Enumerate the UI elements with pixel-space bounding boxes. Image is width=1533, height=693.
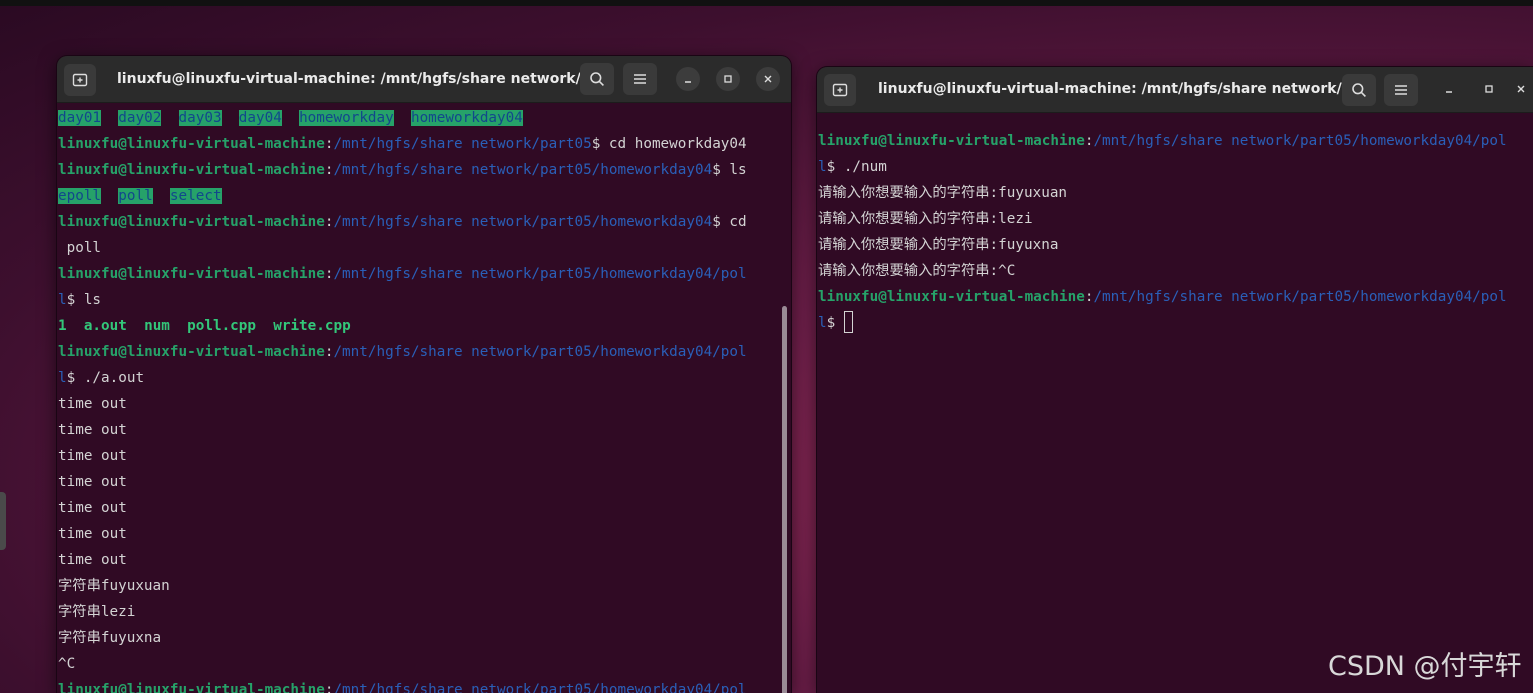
new-tab-button[interactable] [824, 74, 856, 106]
output-line: 请输入你想要输入的字符串:fuyuxna [818, 237, 1059, 253]
close-button[interactable] [1509, 77, 1533, 101]
minimize-button[interactable] [676, 67, 700, 91]
watermark: CSDN @付宇轩 [1328, 651, 1522, 682]
search-button[interactable] [580, 63, 614, 95]
hamburger-menu-icon [1395, 85, 1407, 95]
line-dir-listing: day01 day02 day03 day04 homeworkday home… [58, 110, 523, 126]
prompt-line: linuxfu@linuxfu-virtual-machine:/mnt/hgf… [58, 162, 747, 178]
maximize-button[interactable] [1477, 77, 1501, 101]
title-bar[interactable]: linuxfu@linuxfu-virtual-machine: /mnt/hg… [57, 56, 791, 103]
prompt-line-wrap: l$ ls [58, 292, 102, 308]
prompt-line-wrap: l$ ./a.out [58, 370, 145, 386]
minimize-icon [1446, 91, 1452, 93]
prompt-line-wrap: l$ [818, 310, 1533, 336]
output-line: time out [58, 474, 127, 490]
prompt-line: linuxfu@linuxfu-virtual-machine:/mnt/hgf… [818, 133, 1507, 149]
output-line: 请输入你想要输入的字符串:fuyuxuan [818, 185, 1068, 201]
terminal-output[interactable]: day01 day02 day03 day04 homeworkday home… [58, 105, 791, 693]
output-line: time out [58, 396, 127, 412]
terminal-window-right[interactable]: linuxfu@linuxfu-virtual-machine: /mnt/hg… [817, 67, 1533, 693]
menu-button[interactable] [1384, 74, 1418, 106]
prompt-line: linuxfu@linuxfu-virtual-machine:/mnt/hgf… [58, 344, 747, 360]
window-title: linuxfu@linuxfu-virtual-machine: /mnt/hg… [878, 81, 1358, 97]
output-line: ^C [58, 656, 76, 672]
menu-button[interactable] [623, 63, 657, 95]
terminal-output[interactable]: linuxfu@linuxfu-virtual-machine:/mnt/hgf… [818, 128, 1533, 336]
search-button[interactable] [1342, 74, 1376, 106]
output-line: 字符串fuyuxuan [58, 578, 170, 594]
minimize-icon [685, 81, 691, 83]
prompt-line-wrap: l$ ./num [818, 159, 887, 175]
maximize-icon [724, 75, 732, 83]
output-line: 请输入你想要输入的字符串:lezi [818, 211, 1033, 227]
prompt-line: linuxfu@linuxfu-virtual-machine:/mnt/hgf… [58, 214, 747, 230]
output-line: 字符串fuyuxna [58, 630, 162, 646]
new-tab-button[interactable] [64, 64, 96, 96]
search-icon [590, 72, 604, 86]
prompt-line: linuxfu@linuxfu-virtual-machine:/mnt/hgf… [58, 266, 747, 282]
window-title: linuxfu@linuxfu-virtual-machine: /mnt/hg… [117, 71, 597, 87]
output-line: time out [58, 552, 127, 568]
scrollbar-thumb[interactable] [782, 306, 787, 693]
close-button[interactable] [756, 67, 780, 91]
new-tab-icon [832, 83, 848, 97]
output-line: time out [58, 500, 127, 516]
close-icon [764, 75, 772, 83]
prompt-line: linuxfu@linuxfu-virtual-machine:/mnt/hgf… [58, 136, 747, 152]
title-bar[interactable]: linuxfu@linuxfu-virtual-machine: /mnt/hg… [817, 67, 1533, 113]
new-tab-icon [72, 73, 88, 87]
maximize-button[interactable] [716, 67, 740, 91]
maximize-icon [1485, 85, 1493, 93]
output-line: 请输入你想要输入的字符串:^C [818, 263, 1016, 279]
output-line: time out [58, 448, 127, 464]
line-file-listing: 1 a.out num poll.cpp write.cpp [58, 318, 351, 334]
output-line: time out [58, 526, 127, 542]
output-line: 字符串lezi [58, 604, 136, 620]
top-panel [0, 0, 1533, 6]
dock-edge[interactable] [0, 492, 6, 550]
prompt-line: linuxfu@linuxfu-virtual-machine:/mnt/hgf… [818, 289, 1507, 305]
line-dir-listing: epoll poll select [58, 188, 222, 204]
hamburger-menu-icon [634, 74, 646, 84]
terminal-window-left[interactable]: linuxfu@linuxfu-virtual-machine: /mnt/hg… [57, 56, 791, 693]
output-line: time out [58, 422, 127, 438]
search-icon [1352, 83, 1366, 97]
text-cursor [843, 311, 853, 333]
close-icon [1517, 85, 1525, 93]
command-continuation: poll [58, 240, 102, 256]
prompt-line: linuxfu@linuxfu-virtual-machine:/mnt/hgf… [58, 682, 747, 693]
minimize-button[interactable] [1437, 77, 1461, 101]
